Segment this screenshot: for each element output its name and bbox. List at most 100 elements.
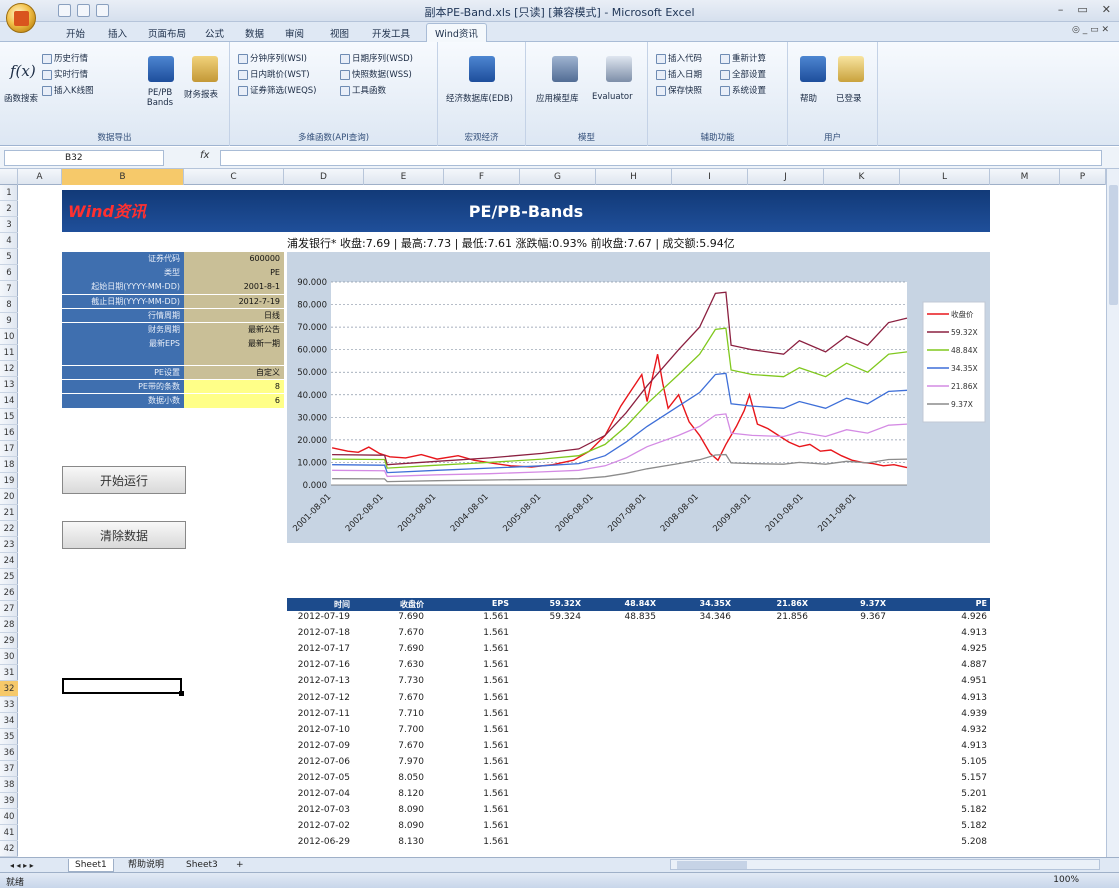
tab-insert[interactable]: 插入 <box>108 26 127 40</box>
scroll-thumb[interactable] <box>1109 185 1118 305</box>
table-cell[interactable]: 5.105 <box>961 757 987 767</box>
tab-review[interactable]: 审阅 <box>285 26 304 40</box>
table-cell[interactable]: 4.932 <box>961 725 987 735</box>
table-cell[interactable]: 5.182 <box>961 821 987 831</box>
weqs-button[interactable]: 证券筛选(WEQS) <box>238 84 317 96</box>
help-controls[interactable]: ◎ _ ▭ ✕ <box>1072 25 1109 35</box>
param-value[interactable]: 2001-8-1 <box>184 280 284 294</box>
logged-in-button[interactable]: 已登录 <box>836 92 862 104</box>
column-header[interactable]: P <box>1060 169 1106 185</box>
table-cell[interactable]: 1.561 <box>483 821 509 831</box>
recalc-button[interactable]: 重新计算 <box>720 52 766 64</box>
param-value[interactable]: 8 <box>184 379 284 394</box>
table-cell[interactable]: 59.324 <box>550 612 582 622</box>
realtime-quote-button[interactable]: 实时行情 <box>42 68 88 80</box>
tab-data[interactable]: 数据 <box>245 26 264 40</box>
maximize-icon[interactable]: ▭ <box>1077 3 1087 16</box>
table-cell[interactable]: 1.561 <box>483 757 509 767</box>
row-header[interactable]: 9 <box>0 313 18 329</box>
row-header[interactable]: 6 <box>0 265 18 281</box>
office-button[interactable] <box>6 3 36 33</box>
table-cell[interactable]: 5.157 <box>961 773 987 783</box>
zoom-level[interactable]: 100% <box>1053 875 1079 885</box>
param-value[interactable]: 6 <box>184 394 284 408</box>
row-header[interactable]: 25 <box>0 569 18 585</box>
table-cell[interactable]: 1.561 <box>483 709 509 719</box>
param-value[interactable]: 600000 <box>184 252 284 266</box>
row-header[interactable]: 21 <box>0 505 18 521</box>
vertical-scrollbar[interactable] <box>1106 169 1119 857</box>
column-header[interactable]: A <box>18 169 62 185</box>
column-header[interactable]: H <box>596 169 672 185</box>
wss-button[interactable]: 快照数据(WSS) <box>340 68 412 80</box>
table-cell[interactable]: 21.856 <box>777 612 809 622</box>
table-cell[interactable]: 2012-07-10 <box>298 725 350 735</box>
param-value[interactable]: 自定义 <box>184 365 284 380</box>
row-header[interactable]: 19 <box>0 473 18 489</box>
table-cell[interactable]: 34.346 <box>700 612 732 622</box>
history-quote-button[interactable]: 历史行情 <box>42 52 88 64</box>
table-cell[interactable]: 1.561 <box>483 725 509 735</box>
save-snapshot-button[interactable]: 保存快照 <box>656 84 702 96</box>
tab-page-layout[interactable]: 页面布局 <box>148 26 186 40</box>
active-cell[interactable] <box>62 678 184 696</box>
table-cell[interactable]: 7.970 <box>398 757 424 767</box>
scroll-thumb[interactable] <box>677 861 747 869</box>
pepb-bands-button[interactable]: PE/PB Bands <box>140 88 180 108</box>
formula-input[interactable] <box>220 150 1102 166</box>
row-header[interactable]: 38 <box>0 777 18 793</box>
column-header[interactable]: J <box>748 169 824 185</box>
table-cell[interactable]: 2012-07-04 <box>298 789 350 799</box>
table-cell[interactable]: 4.925 <box>961 644 987 654</box>
row-header[interactable]: 23 <box>0 537 18 553</box>
row-header[interactable]: 18 <box>0 457 18 473</box>
table-cell[interactable]: 4.913 <box>961 693 987 703</box>
sheet-tab[interactable]: Sheet1 <box>68 859 114 872</box>
row-header[interactable]: 17 <box>0 441 18 457</box>
table-cell[interactable]: 2012-07-19 <box>298 612 350 622</box>
param-value[interactable]: PE <box>184 266 284 280</box>
sheet-tab[interactable]: Sheet3 <box>180 859 224 872</box>
row-header[interactable]: 12 <box>0 361 18 377</box>
row-header[interactable]: 32 <box>0 681 18 697</box>
tab-wind[interactable]: Wind资讯 <box>426 23 487 42</box>
table-cell[interactable]: 7.670 <box>398 741 424 751</box>
row-header[interactable]: 4 <box>0 233 18 249</box>
column-header[interactable]: B <box>62 169 184 185</box>
table-cell[interactable]: 2012-07-12 <box>298 693 350 703</box>
table-cell[interactable]: 1.561 <box>483 693 509 703</box>
table-cell[interactable]: 1.561 <box>483 789 509 799</box>
table-cell[interactable]: 7.730 <box>398 676 424 686</box>
column-header[interactable]: C <box>184 169 284 185</box>
row-header[interactable]: 33 <box>0 697 18 713</box>
table-cell[interactable]: 8.130 <box>398 837 424 847</box>
table-cell[interactable]: 1.561 <box>483 676 509 686</box>
row-header[interactable]: 31 <box>0 665 18 681</box>
system-settings-button[interactable]: 系统设置 <box>720 84 766 96</box>
table-cell[interactable]: 5.182 <box>961 805 987 815</box>
row-header[interactable]: 40 <box>0 809 18 825</box>
model-library-button[interactable]: 应用模型库 <box>536 92 579 104</box>
fx-icon[interactable]: fx <box>200 150 209 161</box>
table-cell[interactable]: 1.561 <box>483 612 509 622</box>
table-cell[interactable]: 5.201 <box>961 789 987 799</box>
row-header[interactable]: 22 <box>0 521 18 537</box>
close-icon[interactable]: ✕ <box>1102 3 1111 16</box>
financial-report-button[interactable]: 财务报表 <box>184 88 218 100</box>
name-box[interactable]: B32 <box>4 150 164 166</box>
row-header[interactable]: 15 <box>0 409 18 425</box>
row-header[interactable]: 2 <box>0 201 18 217</box>
column-header[interactable]: M <box>990 169 1060 185</box>
wst-button[interactable]: 日内跳价(WST) <box>238 68 310 80</box>
table-cell[interactable]: 4.887 <box>961 660 987 670</box>
function-icon[interactable]: f(x) <box>10 62 36 80</box>
table-cell[interactable]: 1.561 <box>483 837 509 847</box>
table-cell[interactable]: 2012-07-18 <box>298 628 350 638</box>
row-header[interactable]: 5 <box>0 249 18 265</box>
table-cell[interactable]: 9.367 <box>860 612 886 622</box>
tab-developer[interactable]: 开发工具 <box>372 26 410 40</box>
evaluator-button[interactable]: Evaluator <box>592 92 633 102</box>
horizontal-scrollbar[interactable] <box>670 859 1100 870</box>
column-header[interactable]: F <box>444 169 520 185</box>
table-cell[interactable]: 2012-07-03 <box>298 805 350 815</box>
